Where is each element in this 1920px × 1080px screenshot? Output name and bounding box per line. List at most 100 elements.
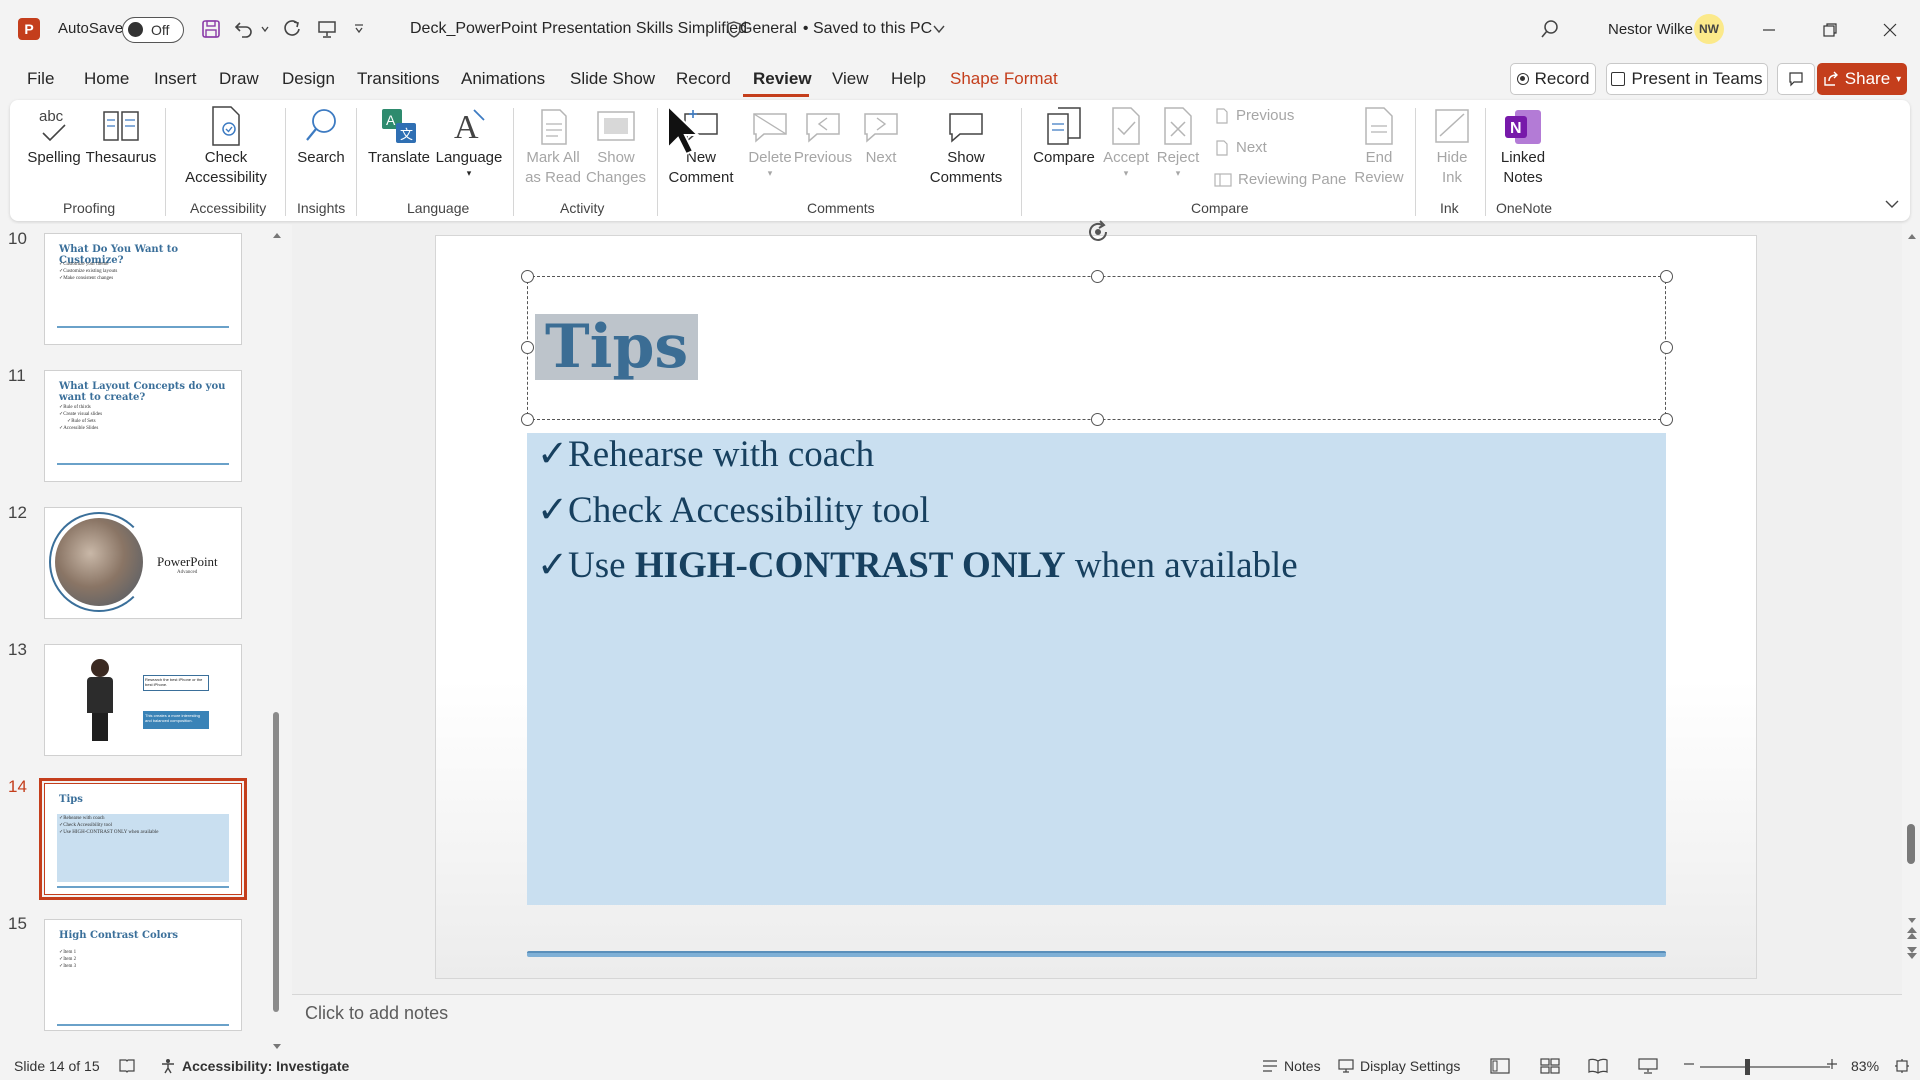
fit-slide-to-window-icon[interactable]	[1894, 1058, 1910, 1074]
tab-design[interactable]: Design	[282, 69, 335, 89]
delete-comment-button[interactable]: Delete ▾	[742, 104, 798, 178]
comments-pane-button[interactable]	[1777, 63, 1815, 95]
resize-handle-nw[interactable]	[521, 270, 534, 283]
tab-help[interactable]: Help	[891, 69, 926, 89]
scroll-thumb[interactable]	[1907, 824, 1915, 864]
previous-slide-icon[interactable]	[1906, 926, 1918, 944]
bullet-item[interactable]: ✓Rehearse with coach	[537, 432, 874, 476]
user-name[interactable]: Nestor Wilke	[1608, 21, 1693, 38]
tab-insert[interactable]: Insert	[154, 69, 197, 89]
slide-title[interactable]: Tips	[535, 314, 699, 380]
next-slide-icon[interactable]	[1906, 946, 1918, 964]
zoom-level[interactable]: 83%	[1851, 1058, 1879, 1074]
zoom-out-icon[interactable]	[1683, 1058, 1695, 1070]
compare-next-button[interactable]: Next	[1214, 139, 1267, 156]
undo-icon[interactable]	[232, 17, 256, 41]
slide-thumbnail-14[interactable]: Tips ✓Rehearse with coach ✓Check Accessi…	[39, 778, 247, 900]
tab-transitions[interactable]: Transitions	[357, 69, 440, 89]
resize-handle-ne[interactable]	[1660, 270, 1673, 283]
tab-review[interactable]: Review	[753, 69, 812, 89]
reject-button[interactable]: Reject ▾	[1152, 104, 1204, 178]
notes-pane[interactable]	[292, 994, 1902, 1054]
slide-scrollbar[interactable]	[1904, 224, 1920, 994]
scroll-up-arrow-icon[interactable]	[272, 226, 282, 243]
tab-shape-format[interactable]: Shape Format	[950, 69, 1058, 89]
tab-view[interactable]: View	[832, 69, 869, 89]
avatar[interactable]: NW	[1694, 14, 1724, 44]
slide-sorter-icon[interactable]	[1540, 1058, 1560, 1074]
language-button[interactable]: A Language ▾	[434, 104, 504, 178]
search-button[interactable]: Search	[296, 104, 346, 168]
resize-handle-sw[interactable]	[521, 413, 534, 426]
normal-view-icon[interactable]	[1490, 1058, 1510, 1074]
scroll-up-arrow-icon[interactable]	[1907, 227, 1917, 244]
translate-button[interactable]: A文 Translate	[367, 104, 431, 168]
zoom-in-icon[interactable]	[1826, 1058, 1838, 1070]
spelling-status-icon[interactable]	[118, 1058, 136, 1074]
check-accessibility-button[interactable]: Check Accessibility	[176, 104, 276, 188]
slide-thumbnail-11[interactable]: What Layout Concepts do you want to crea…	[44, 370, 242, 482]
resize-handle-w[interactable]	[521, 341, 534, 354]
display-settings-button[interactable]: Display Settings	[1338, 1058, 1460, 1074]
reviewing-pane-button[interactable]: Reviewing Pane	[1214, 171, 1346, 188]
present-from-start-icon[interactable]	[315, 17, 339, 41]
tab-draw[interactable]: Draw	[219, 69, 259, 89]
document-title[interactable]: Deck_PowerPoint Presentation Skills Simp…	[410, 20, 747, 38]
compare-previous-button[interactable]: Previous	[1214, 107, 1294, 124]
present-in-teams-button[interactable]: Present in Teams	[1606, 63, 1768, 95]
minimize-icon[interactable]	[1757, 18, 1781, 42]
language-icon: A	[449, 104, 489, 148]
close-icon[interactable]	[1878, 18, 1902, 42]
search-icon[interactable]	[1538, 17, 1562, 41]
sensitivity-label[interactable]: General • Saved to this PC	[740, 20, 932, 38]
save-icon[interactable]	[199, 17, 223, 41]
linked-notes-button[interactable]: N Linked Notes	[1494, 104, 1552, 188]
hide-ink-button[interactable]: Hide Ink	[1424, 104, 1480, 188]
next-comment-button[interactable]: Next	[855, 104, 907, 168]
compare-button[interactable]: Compare	[1030, 104, 1098, 168]
record-button[interactable]: Record	[1510, 63, 1596, 95]
reading-view-icon[interactable]	[1588, 1058, 1608, 1074]
customize-quick-access-icon[interactable]	[352, 20, 366, 38]
accept-button[interactable]: Accept ▾	[1098, 104, 1154, 178]
notes-toggle-button[interactable]: Notes	[1262, 1058, 1321, 1074]
bullet-item[interactable]: ✓Use HIGH-CONTRAST ONLY when available	[537, 543, 1298, 587]
tab-record[interactable]: Record	[676, 69, 731, 89]
slide-thumbnail-15[interactable]: High Contrast Colors ✓Item 1 ✓Item 2 ✓It…	[44, 919, 242, 1031]
tab-animations[interactable]: Animations	[461, 69, 545, 89]
resize-handle-e[interactable]	[1660, 341, 1673, 354]
rotate-handle-icon[interactable]	[1084, 218, 1112, 250]
thesaurus-button[interactable]: Thesaurus	[86, 104, 156, 168]
tab-slide-show[interactable]: Slide Show	[570, 69, 655, 89]
slide-thumbnail-12[interactable]: PowerPoint Advanced	[44, 507, 242, 619]
mark-all-as-read-button[interactable]: Mark All as Read	[523, 104, 583, 188]
redo-icon[interactable]	[280, 17, 304, 41]
zoom-slider[interactable]	[1700, 1066, 1830, 1068]
slide-thumbnail-10[interactable]: What Do You Want to Customize? ✓Customiz…	[44, 233, 242, 345]
thumbnail-scrollbar[interactable]	[270, 226, 282, 1049]
share-button[interactable]: Share ▾	[1817, 63, 1907, 95]
title-chevron-down-icon[interactable]	[932, 20, 946, 38]
resize-handle-se[interactable]	[1660, 413, 1673, 426]
scroll-down-arrow-icon[interactable]	[272, 1038, 282, 1055]
spelling-button[interactable]: abc Spelling	[26, 104, 82, 168]
collapse-ribbon-chevron-icon[interactable]	[1882, 194, 1902, 214]
show-changes-button[interactable]: Show Changes	[585, 104, 647, 188]
bullet-item[interactable]: ✓Check Accessibility tool	[537, 488, 930, 532]
resize-handle-s[interactable]	[1091, 413, 1104, 426]
show-comments-button[interactable]: Show Comments	[920, 104, 1012, 188]
end-review-button[interactable]: End Review	[1350, 104, 1408, 188]
undo-dropdown-icon[interactable]	[258, 20, 272, 38]
scroll-thumb[interactable]	[273, 712, 279, 1012]
previous-comment-button[interactable]: Previous	[792, 104, 854, 168]
tab-home[interactable]: Home	[84, 69, 129, 89]
resize-handle-n[interactable]	[1091, 270, 1104, 283]
notes-placeholder[interactable]: Click to add notes	[305, 1003, 448, 1024]
restore-icon[interactable]	[1818, 18, 1842, 42]
slide-show-view-icon[interactable]	[1638, 1058, 1658, 1074]
tab-file[interactable]: File	[27, 69, 54, 89]
autosave-toggle[interactable]: Off	[122, 17, 184, 43]
slide-thumbnail-13[interactable]: Research the best iPhone or the best iPh…	[44, 644, 242, 756]
zoom-slider-thumb[interactable]	[1745, 1059, 1750, 1075]
accessibility-status[interactable]: Accessibility: Investigate	[160, 1058, 349, 1074]
